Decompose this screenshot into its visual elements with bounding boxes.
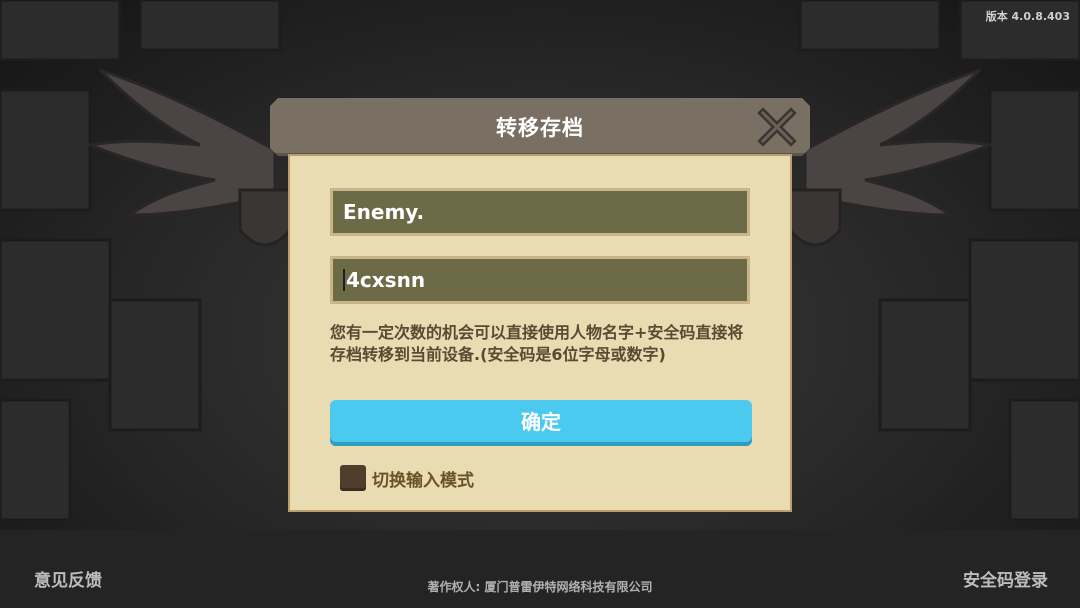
dialog-header: 转移存档 [270,98,810,156]
character-name-input[interactable]: Enemy. [330,188,750,236]
text-caret [343,268,345,291]
dialog-body: Enemy. 4cxsnn 您有一定次数的机会可以直接使用人物名字+安全码直接将… [288,154,792,512]
dialog-title: 转移存档 [496,116,584,140]
transfer-save-dialog: 转移存档 Enemy. 4cxsnn 您有一定次数的机会可以直接使用人物名字+安… [270,98,810,514]
close-button[interactable] [754,104,800,150]
copyright-text: 著作权人: 厦门普雷伊特网络科技有限公司 [427,580,653,594]
safe-code-value: 4cxsnn [346,268,426,292]
checkbox-icon [340,465,366,491]
safe-code-input[interactable]: 4cxsnn [330,256,750,304]
safe-code-login-link[interactable]: 安全码登录 [963,566,1048,591]
confirm-button[interactable]: 确定 [330,400,752,446]
toggle-input-mode-label: 切换输入模式 [372,470,474,491]
close-x-icon [757,107,797,147]
transfer-hint-text: 您有一定次数的机会可以直接使用人物名字+安全码直接将存档转移到当前设备.(安全码… [330,323,744,364]
toggle-input-mode[interactable]: 切换输入模式 [340,464,474,492]
version-label: 版本 4.0.8.403 [985,10,1070,23]
